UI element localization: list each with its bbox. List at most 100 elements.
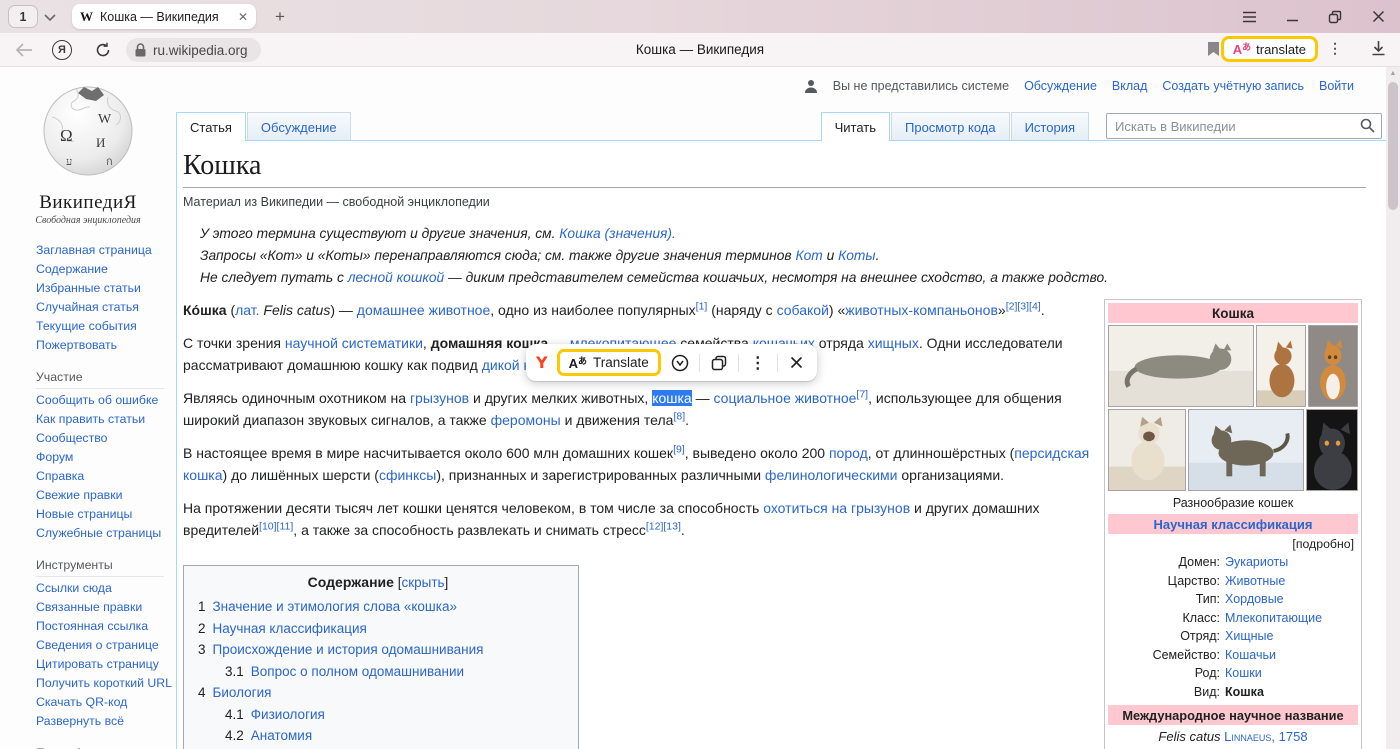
view-tab[interactable]: История [1011, 112, 1089, 141]
inline-link[interactable]: хищных [868, 335, 919, 351]
back-button[interactable] [14, 40, 34, 60]
toc-item[interactable]: 1Значение и этимология слова «кошка» [198, 596, 558, 618]
reference-link[interactable]: [10][11] [259, 520, 293, 532]
page-scrollbar[interactable]: ▲ [1386, 67, 1400, 749]
popup-translate-button[interactable]: Aあ Translate [557, 349, 661, 376]
sidebar-item[interactable]: Форум [36, 450, 172, 465]
sidebar-item[interactable]: Развернуть всё [36, 714, 172, 729]
taxonomy-value[interactable]: Хордовые [1225, 590, 1284, 609]
toc-item[interactable]: 2Научная классификация [198, 618, 558, 640]
toc-item[interactable]: 4Биология [198, 682, 558, 704]
toolbar-translate-button[interactable]: Aあ translate [1221, 36, 1318, 62]
inline-link[interactable]: лат. [235, 302, 259, 318]
reference-link[interactable]: [8] [673, 410, 685, 422]
reference-link[interactable]: [9] [673, 443, 685, 455]
toc-item[interactable]: 4.2Анатомия [225, 725, 558, 747]
inline-link[interactable]: собакой [777, 302, 829, 318]
tab-counter[interactable]: 1 [8, 5, 38, 28]
reference-link[interactable]: [2][3][4] [1006, 300, 1041, 312]
toc-hide-link[interactable]: скрыть [401, 575, 444, 590]
sidebar-item[interactable]: Случайная статья [36, 300, 172, 315]
address-bar[interactable]: ru.wikipedia.org [126, 38, 261, 62]
toc-item[interactable]: 3.1Вопрос о полном одомашнивании [225, 661, 558, 683]
cat-photo-tabby-lying[interactable] [1108, 325, 1254, 407]
sidebar-item[interactable]: Участие [36, 370, 164, 389]
inline-link[interactable]: Кошка (значения). [559, 226, 676, 241]
popup-more-icon[interactable]: ⋮ [748, 353, 768, 373]
inline-link[interactable]: пород [829, 445, 868, 461]
new-tab-button[interactable]: + [268, 5, 292, 29]
bookmark-icon[interactable] [1207, 41, 1220, 62]
inline-link[interactable]: научной систематики [285, 335, 423, 351]
inline-link[interactable]: социальное животное [714, 390, 857, 406]
wiki-search-input[interactable] [1106, 113, 1382, 139]
inline-link[interactable]: домашнее животное [357, 302, 490, 318]
personal-link-discussion[interactable]: Обсуждение [1024, 79, 1097, 93]
taxonomy-value[interactable]: Хищные [1225, 627, 1273, 646]
download-icon[interactable] [1371, 40, 1386, 61]
reference-link[interactable]: [7] [856, 388, 868, 400]
menu-icon[interactable] [1241, 9, 1257, 25]
taxonomy-value[interactable]: Кошка [1225, 683, 1264, 702]
toc-link[interactable]: Физиология [251, 707, 325, 722]
tab-close-icon[interactable]: ✕ [238, 10, 248, 24]
minimize-icon[interactable] [1284, 9, 1300, 25]
restore-window-icon[interactable] [1327, 9, 1343, 25]
cat-photo-abyssinian[interactable] [1256, 325, 1306, 407]
authority-link[interactable]: Linnaeus [1221, 729, 1272, 744]
inline-link[interactable]: Коты [838, 248, 875, 263]
browser-tab[interactable]: W Кошка — Википедия ✕ [72, 4, 256, 29]
toc-link[interactable]: Вопрос о полном одомашнивании [251, 664, 464, 679]
sidebar-item[interactable]: Служебные страницы [36, 526, 172, 541]
inline-link[interactable]: сфинксы [379, 467, 436, 483]
wikipedia-logo[interactable]: Ω W И ע ก ВикипедиЯ Свободная энциклопед… [0, 83, 176, 226]
taxonomy-value[interactable]: Животные [1225, 572, 1285, 591]
sidebar-item[interactable]: Скачать QR-код [36, 695, 172, 710]
sidebar-item[interactable]: Содержание [36, 262, 172, 277]
namespace-tab[interactable]: Обсуждение [247, 112, 351, 141]
sidebar-item[interactable]: Заглавная страница [36, 243, 172, 258]
toc-link[interactable]: Анатомия [251, 728, 312, 743]
cat-photo-black[interactable] [1306, 409, 1358, 491]
sidebar-item[interactable]: Сообщество [36, 431, 172, 446]
close-window-icon[interactable] [1370, 9, 1386, 25]
authority-year[interactable]: , 1758 [1271, 729, 1307, 744]
details-link[interactable]: [подробно] [1108, 534, 1358, 552]
inline-link[interactable]: феромоны [491, 412, 561, 428]
inline-link[interactable]: Кот [795, 248, 822, 263]
classification-header[interactable]: Научная классификация [1108, 514, 1358, 534]
toc-item[interactable]: 3Происхождение и история одомашнивания [198, 639, 558, 661]
sidebar-item[interactable]: Сведения о странице [36, 638, 172, 653]
cat-photo-orange-white[interactable] [1308, 325, 1358, 407]
yandex-search-icon[interactable]: Y [536, 353, 548, 372]
inline-link[interactable]: животных-компаньонов [845, 302, 998, 318]
sidebar-item[interactable]: Справка [36, 469, 172, 484]
view-tab[interactable]: Просмотр кода [891, 112, 1010, 141]
sidebar-item[interactable]: Сообщить об ошибке [36, 393, 172, 408]
sidebar-item[interactable]: Связанные правки [36, 600, 172, 615]
taxonomy-value[interactable]: Кошки [1225, 664, 1262, 683]
copy-icon[interactable] [709, 353, 729, 373]
personal-link-contributions[interactable]: Вклад [1112, 79, 1148, 93]
chevron-down-icon[interactable] [44, 9, 56, 27]
taxonomy-value[interactable]: Эукариоты [1225, 553, 1288, 572]
personal-link-create-account[interactable]: Создать учётную запись [1162, 79, 1304, 93]
inline-link[interactable]: лесной кошкой [348, 270, 444, 285]
sidebar-item[interactable]: Свежие правки [36, 488, 172, 503]
inline-link[interactable]: грызунов [410, 390, 469, 406]
sidebar-item[interactable]: Избранные статьи [36, 281, 172, 296]
popup-close-icon[interactable] [787, 353, 807, 373]
sidebar-item[interactable]: Инструменты [36, 558, 164, 577]
sidebar-item[interactable]: Текущие события [36, 319, 172, 334]
toc-link[interactable]: Научная классификация [213, 621, 367, 636]
reference-link[interactable]: [1] [696, 300, 708, 312]
toc-link[interactable]: Значение и этимология слова «кошка» [213, 599, 457, 614]
toc-link[interactable]: Биология [213, 685, 272, 700]
namespace-tab[interactable]: Статья [176, 112, 246, 141]
sidebar-item[interactable]: Новые страницы [36, 507, 172, 522]
view-tab[interactable]: Читать [821, 112, 890, 141]
toc-item[interactable]: 4.1Физиология [225, 704, 558, 726]
sidebar-item[interactable]: Как править статьи [36, 412, 172, 427]
personal-link-login[interactable]: Войти [1319, 79, 1354, 93]
reload-icon[interactable] [93, 40, 113, 60]
